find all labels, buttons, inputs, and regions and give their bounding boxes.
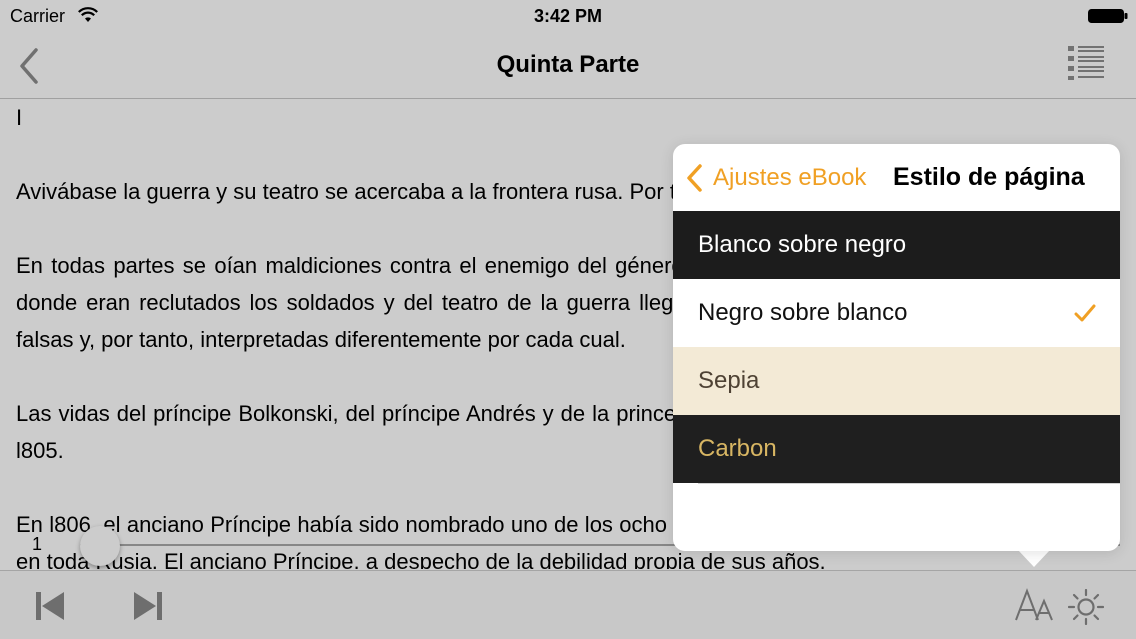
option-label: Blanco sobre negro — [698, 231, 907, 258]
option-label: Negro sobre blanco — [698, 299, 908, 326]
option-sepia[interactable]: Sepia — [673, 347, 1120, 415]
divider — [698, 483, 1120, 484]
option-white-on-black[interactable]: Blanco sobre negro — [673, 211, 1120, 279]
option-label: Sepia — [698, 367, 760, 394]
checkmark-icon — [1074, 304, 1096, 322]
popover-arrow — [1018, 550, 1050, 567]
option-carbon[interactable]: Carbon — [673, 415, 1120, 483]
option-label: Carbon — [698, 435, 777, 462]
ebook-settings-back-button[interactable]: Ajustes eBook — [685, 162, 866, 194]
back-label: Ajustes eBook — [713, 164, 867, 191]
page-style-popover: Ajustes eBook Estilo de página Blanco so… — [673, 144, 1120, 551]
option-black-on-white[interactable]: Negro sobre blanco — [673, 279, 1120, 347]
popover-title: Estilo de página — [893, 163, 1085, 191]
popover-header: Ajustes eBook Estilo de página — [673, 144, 1120, 211]
chevron-left-icon — [687, 164, 702, 192]
